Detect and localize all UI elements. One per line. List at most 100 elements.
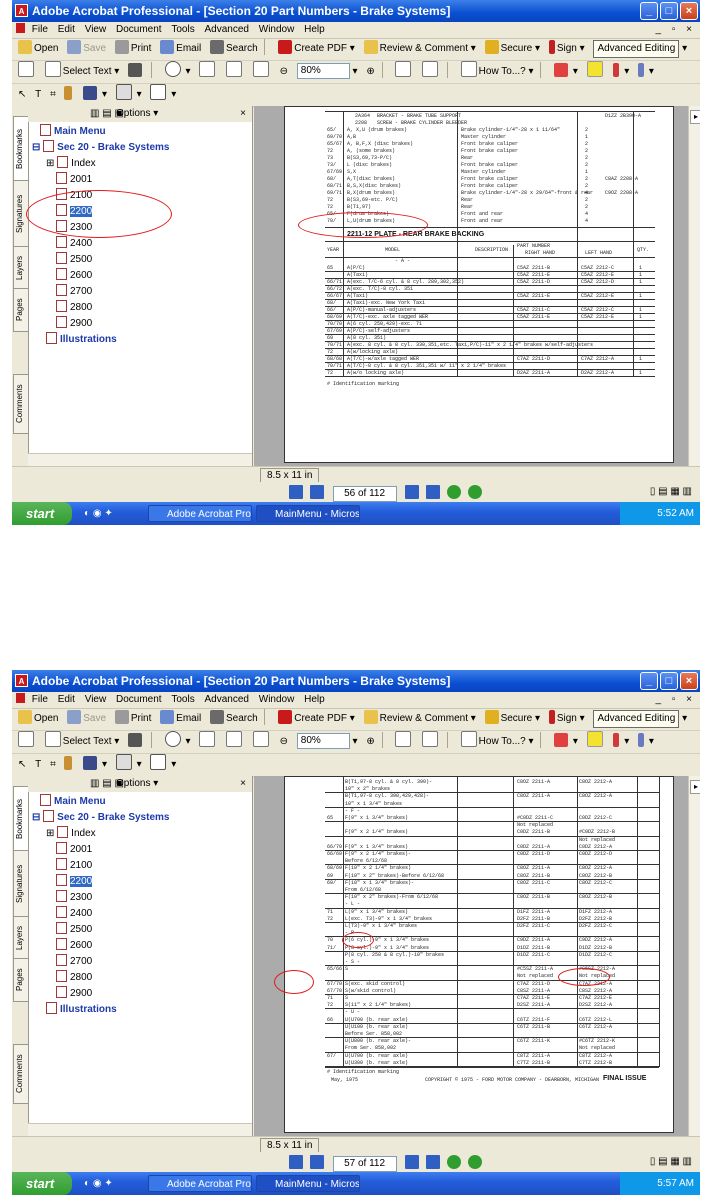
fit-width-button[interactable] [252, 731, 271, 753]
fit-page-button[interactable] [226, 61, 244, 83]
zoom-out-button[interactable]: ⊖ [280, 731, 288, 753]
menu-document[interactable]: Document [116, 692, 162, 708]
menu-window[interactable]: Window [259, 692, 295, 708]
open-button[interactable]: Open [18, 38, 58, 60]
print-button[interactable]: Print [114, 38, 151, 60]
start-button[interactable]: start [12, 1172, 72, 1195]
rotate-ccw-button[interactable] [422, 731, 440, 753]
bookmark-main-menu[interactable]: Main Menu [40, 124, 106, 138]
menu-advanced[interactable]: Advanced [204, 692, 248, 708]
next-page-button[interactable] [405, 485, 420, 499]
options-menu[interactable]: Options ▾ [116, 106, 158, 122]
menu-view[interactable]: View [85, 692, 107, 708]
menu-help[interactable]: Help [304, 692, 325, 708]
close-button[interactable]: × [680, 672, 698, 690]
scroll-up-icon[interactable]: ▸ [690, 780, 700, 794]
last-page-button[interactable] [426, 485, 441, 499]
menu-view[interactable]: View [85, 22, 107, 38]
review-comment-button[interactable]: Review & Comment ▾ [363, 708, 476, 730]
bookmark-2600[interactable]: 2600 [56, 268, 92, 282]
menu-tools[interactable]: Tools [171, 22, 194, 38]
close-pane-icon[interactable]: × [240, 106, 246, 122]
maximize-button[interactable]: □ [660, 672, 678, 690]
actual-size-button[interactable] [199, 61, 217, 83]
highlight-button[interactable]: ▾ [554, 731, 578, 753]
scroll-up-icon[interactable]: ▸ [690, 110, 700, 124]
movie-tool[interactable]: ▾ [115, 754, 142, 776]
tab-pages[interactable]: Pages [13, 958, 29, 1002]
taskbar-acrobat[interactable]: Adobe Acrobat Profe... [148, 505, 252, 522]
select-text-button[interactable]: Select Text ▾ [44, 731, 119, 753]
nav-horizontal-scrollbar[interactable] [28, 1123, 252, 1136]
attach-button[interactable]: ▾ [638, 731, 654, 753]
rotate-button[interactable] [395, 731, 413, 753]
article-tool[interactable]: ▾ [150, 84, 176, 106]
tab-signatures[interactable]: Signatures [13, 850, 29, 918]
zoom-dropdown[interactable]: ▾ [350, 736, 358, 747]
menu-help[interactable]: Help [304, 22, 325, 38]
article-tool[interactable]: ▾ [150, 754, 176, 776]
advanced-editing-button[interactable]: Advanced Editing [593, 710, 680, 728]
secure-button[interactable]: Secure ▾ [484, 38, 540, 60]
zoom-dropdown[interactable]: ▾ [350, 66, 358, 77]
menu-file[interactable]: File [32, 692, 48, 708]
tab-pages[interactable]: Pages [13, 288, 29, 332]
highlight-button[interactable]: ▾ [554, 61, 578, 83]
bookmark-2800[interactable]: 2800 [56, 300, 92, 314]
menu-advanced[interactable]: Advanced [204, 22, 248, 38]
vertical-scrollbar[interactable]: ▸ [688, 776, 700, 1136]
bookmark-2600[interactable]: 2600 [56, 938, 92, 952]
menu-document[interactable]: Document [116, 22, 162, 38]
zoom-in-button[interactable]: ⊕ [366, 731, 374, 753]
quick-launch-icons[interactable]: ◐ ◉ ✦ [84, 502, 113, 525]
tab-bookmarks[interactable]: Bookmarks [13, 786, 29, 852]
previous-page-button[interactable] [309, 485, 324, 499]
menu-edit[interactable]: Edit [58, 692, 75, 708]
email-button[interactable]: Email [160, 708, 201, 730]
search-button[interactable]: Search [209, 708, 258, 730]
close-pane-icon[interactable]: × [240, 776, 246, 792]
close-button[interactable]: × [680, 2, 698, 20]
save-button[interactable]: Save [67, 38, 106, 60]
bookmark-sec-20[interactable]: ⊟ Sec 20 - Brake Systems [32, 810, 169, 824]
button-tool[interactable]: ▾ [83, 754, 107, 776]
document-window-controls[interactable]: _ ▫ × [655, 22, 696, 38]
advanced-editing-dropdown[interactable]: ▾ [679, 43, 687, 54]
touchup-text-button[interactable]: T [35, 754, 41, 776]
print-button[interactable]: Print [114, 708, 151, 730]
zoom-out-button[interactable]: ⊖ [280, 61, 288, 83]
page-layout-buttons[interactable]: ▯ ▤ ▦ ▥ [650, 1152, 692, 1172]
options-menu[interactable]: Options ▾ [116, 776, 158, 792]
fit-page-button[interactable] [226, 731, 244, 753]
tab-layers[interactable]: Layers [13, 246, 29, 290]
pencil-button[interactable]: ▾ [613, 61, 629, 83]
menu-window[interactable]: Window [259, 22, 295, 38]
menu-file[interactable]: File [32, 22, 48, 38]
save-button[interactable]: Save [67, 708, 106, 730]
bookmark-2500[interactable]: 2500 [56, 922, 92, 936]
bookmark-main-menu[interactable]: Main Menu [40, 794, 106, 808]
document-window-controls[interactable]: _ ▫ × [655, 692, 696, 708]
how-to-button[interactable]: How To...? ▾ [460, 61, 534, 83]
bookmark-illustrations[interactable]: Illustrations [46, 332, 117, 346]
previous-view-button[interactable] [446, 485, 461, 499]
bookmark-index[interactable]: ⊞ Index [46, 156, 96, 170]
secure-button[interactable]: Secure ▾ [484, 708, 540, 730]
hand-tool-button[interactable] [18, 61, 36, 83]
bookmark-2700[interactable]: 2700 [56, 284, 92, 298]
bookmark-sec-20[interactable]: ⊟ Sec 20 - Brake Systems [32, 140, 169, 154]
previous-view-button[interactable] [446, 1155, 461, 1169]
minimize-button[interactable]: _ [640, 2, 658, 20]
search-button[interactable]: Search [209, 38, 258, 60]
bookmark-2900[interactable]: 2900 [56, 316, 92, 330]
previous-page-button[interactable] [309, 1155, 324, 1169]
email-button[interactable]: Email [160, 38, 201, 60]
bookmark-2900[interactable]: 2900 [56, 986, 92, 1000]
maximize-button[interactable]: □ [660, 2, 678, 20]
rotate-button[interactable] [395, 61, 413, 83]
link-tool-button[interactable] [64, 84, 74, 106]
button-tool[interactable]: ▾ [83, 84, 107, 106]
snapshot-button[interactable] [128, 731, 144, 753]
tab-comments[interactable]: Comments [13, 1044, 29, 1104]
tab-layers[interactable]: Layers [13, 916, 29, 960]
